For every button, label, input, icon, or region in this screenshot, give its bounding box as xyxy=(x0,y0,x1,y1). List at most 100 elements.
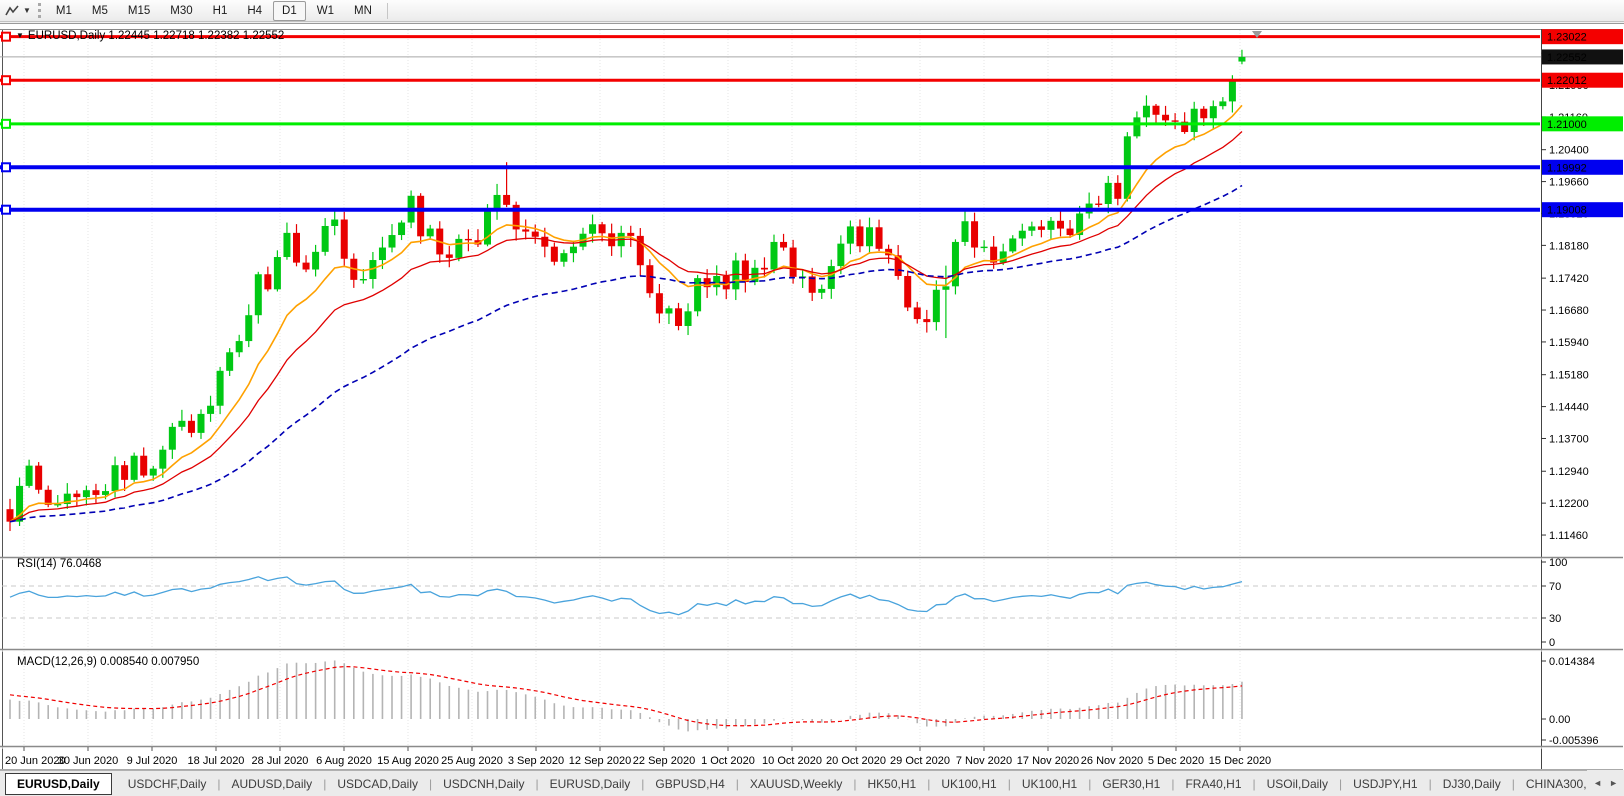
horizontal-levels xyxy=(0,33,1540,214)
level-handle[interactable] xyxy=(2,206,10,214)
svg-text:100: 100 xyxy=(1549,557,1567,569)
svg-text:-0.005396: -0.005396 xyxy=(1549,735,1599,747)
tab-ger30-h1[interactable]: GER30,H1 xyxy=(1091,774,1171,794)
svg-text:0: 0 xyxy=(1549,637,1555,649)
svg-text:6 Aug 2020: 6 Aug 2020 xyxy=(316,755,372,767)
svg-text:26 Nov 2020: 26 Nov 2020 xyxy=(1081,755,1143,767)
level-handle[interactable] xyxy=(2,76,10,84)
svg-text:5 Dec 2020: 5 Dec 2020 xyxy=(1148,755,1204,767)
svg-text:1.23022: 1.23022 xyxy=(1547,32,1587,44)
svg-text:15 Aug 2020: 15 Aug 2020 xyxy=(377,755,439,767)
macd-panel: 0.014384 0.00 -0.005396 xyxy=(10,656,1599,747)
svg-text:1.16680: 1.16680 xyxy=(1549,305,1589,317)
tab-uk100-h1[interactable]: UK100,H1 xyxy=(930,774,1007,794)
svg-text:25 Aug 2020: 25 Aug 2020 xyxy=(441,755,503,767)
timeframe-w1-button[interactable]: W1 xyxy=(308,1,343,21)
chart-title: ▼ EURUSD,Daily 1.22445 1.22718 1.22382 1.… xyxy=(16,30,284,42)
svg-text:0.00: 0.00 xyxy=(1549,714,1570,726)
tab-usoil-daily[interactable]: USOil,Daily xyxy=(1256,774,1339,794)
svg-text:22 Sep 2020: 22 Sep 2020 xyxy=(633,755,695,767)
tab-usdcnh-daily[interactable]: USDCNH,Daily xyxy=(432,774,535,794)
svg-text:7 Nov 2020: 7 Nov 2020 xyxy=(956,755,1012,767)
symbol-tabbar: EURUSD,DailyUSDCHF,Daily|AUDUSD,Daily|US… xyxy=(0,770,1624,796)
svg-text:1.22552: 1.22552 xyxy=(1547,52,1587,64)
svg-text:10 Oct 2020: 10 Oct 2020 xyxy=(762,755,822,767)
top-toolbar: ▼ M1M5M15M30H1H4D1W1MN xyxy=(0,0,1624,22)
tab-audusd-daily[interactable]: AUDUSD,Daily xyxy=(221,774,324,794)
chart-tools-icon[interactable]: ▼ xyxy=(3,3,33,19)
ma-slow-line[interactable] xyxy=(10,186,1242,522)
chart-canvas[interactable]: 20 Jun 202030 Jun 20209 Jul 202018 Jul 2… xyxy=(0,27,1624,771)
level-handle[interactable] xyxy=(2,163,10,171)
svg-text:17 Nov 2020: 17 Nov 2020 xyxy=(1017,755,1079,767)
timeframe-m30-button[interactable]: M30 xyxy=(161,1,201,21)
timeframe-buttons: M1M5M15M30H1H4D1W1MN xyxy=(46,1,382,21)
tab-eurusd-daily[interactable]: EURUSD,Daily xyxy=(539,774,642,794)
tab-gbpusd-h4[interactable]: GBPUSD,H4 xyxy=(644,774,735,794)
price-badges: 1.23022 1.22012 1.21000 1.19992 1.19008 1.225… xyxy=(1542,29,1623,217)
rsi-panel: 100 70 30 0 xyxy=(2,557,1567,649)
svg-text:1.12200: 1.12200 xyxy=(1549,498,1589,510)
svg-text:1.19660: 1.19660 xyxy=(1549,177,1589,189)
panel-borders xyxy=(0,29,1623,770)
level-handle[interactable] xyxy=(2,33,10,41)
svg-text:29 Oct 2020: 29 Oct 2020 xyxy=(890,755,950,767)
svg-text:1.15940: 1.15940 xyxy=(1549,337,1589,349)
level-handle[interactable] xyxy=(2,120,10,128)
tab-xauusd-weekly[interactable]: XAUUSD,Weekly xyxy=(739,774,853,794)
chart-context-arrow-icon[interactable]: ▼ xyxy=(16,31,24,40)
tab-usdchf-daily[interactable]: USDCHF,Daily xyxy=(117,774,218,794)
tab-fra40-h1[interactable]: FRA40,H1 xyxy=(1174,774,1252,794)
svg-text:20 Jun 2020: 20 Jun 2020 xyxy=(5,755,66,767)
timeframe-m15-button[interactable]: M15 xyxy=(119,1,159,21)
svg-text:1.19008: 1.19008 xyxy=(1547,205,1587,217)
svg-text:1.13700: 1.13700 xyxy=(1549,433,1589,445)
dropdown-caret-icon[interactable]: ▼ xyxy=(23,6,31,15)
svg-text:1.20400: 1.20400 xyxy=(1549,145,1589,157)
svg-text:1.19992: 1.19992 xyxy=(1547,162,1587,174)
svg-text:15 Dec 2020: 15 Dec 2020 xyxy=(1209,755,1271,767)
timeframe-h4-button[interactable]: H4 xyxy=(238,1,271,21)
svg-text:1.12940: 1.12940 xyxy=(1549,466,1589,478)
svg-text:1 Oct 2020: 1 Oct 2020 xyxy=(701,755,755,767)
tab-hk50-h1[interactable]: HK50,H1 xyxy=(856,774,927,794)
svg-text:20 Oct 2020: 20 Oct 2020 xyxy=(826,755,886,767)
tab-scroll-controls: ◄ ► xyxy=(1587,770,1624,796)
svg-text:30 Jun 2020: 30 Jun 2020 xyxy=(58,755,119,767)
svg-text:28 Jul 2020: 28 Jul 2020 xyxy=(252,755,309,767)
chart-title-text: EURUSD,Daily 1.22445 1.22718 1.22382 1.2… xyxy=(28,30,284,42)
svg-text:12 Sep 2020: 12 Sep 2020 xyxy=(569,755,631,767)
grid-lines xyxy=(24,30,1240,745)
svg-text:0.014384: 0.014384 xyxy=(1549,656,1595,668)
svg-text:70: 70 xyxy=(1549,581,1561,593)
tab-uk100-h1[interactable]: UK100,H1 xyxy=(1011,774,1088,794)
toolbar-grip[interactable] xyxy=(38,3,41,18)
tab-usdjpy-h1[interactable]: USDJPY,H1 xyxy=(1342,774,1428,794)
svg-text:1.14440: 1.14440 xyxy=(1549,402,1589,414)
timeframe-mn-button[interactable]: MN xyxy=(345,1,381,21)
svg-text:1.21000: 1.21000 xyxy=(1547,119,1587,131)
timeframe-m1-button[interactable]: M1 xyxy=(47,1,81,21)
tab-eurusd-daily[interactable]: EURUSD,Daily xyxy=(5,773,112,795)
timeframe-d1-button[interactable]: D1 xyxy=(273,1,306,21)
chart-window[interactable]: 20 Jun 202030 Jun 20209 Jul 202018 Jul 2… xyxy=(0,23,1624,771)
tab-scroll-left-icon[interactable]: ◄ xyxy=(1593,778,1602,788)
tab-usdcad-daily[interactable]: USDCAD,Daily xyxy=(326,774,429,794)
rsi-indicator-label: RSI(14) 76.0468 xyxy=(17,558,101,570)
svg-text:1.15180: 1.15180 xyxy=(1549,370,1589,382)
svg-text:18 Jul 2020: 18 Jul 2020 xyxy=(188,755,245,767)
macd-signal-line xyxy=(10,667,1242,726)
date-axis: 20 Jun 202030 Jun 20209 Jul 202018 Jul 2… xyxy=(5,747,1271,767)
svg-text:1.17420: 1.17420 xyxy=(1549,273,1589,285)
ma-medium-line[interactable] xyxy=(10,132,1242,522)
svg-text:1.22012: 1.22012 xyxy=(1547,75,1587,87)
svg-text:1.18180: 1.18180 xyxy=(1549,240,1589,252)
tab-scroll-right-icon[interactable]: ► xyxy=(1609,778,1618,788)
svg-text:30: 30 xyxy=(1549,613,1561,625)
rsi-line xyxy=(10,577,1242,615)
tab-dj30-daily[interactable]: DJ30,Daily xyxy=(1432,774,1512,794)
timeframe-h1-button[interactable]: H1 xyxy=(204,1,237,21)
candles-layer xyxy=(7,50,1246,531)
svg-text:3 Sep 2020: 3 Sep 2020 xyxy=(508,755,564,767)
timeframe-m5-button[interactable]: M5 xyxy=(83,1,117,21)
